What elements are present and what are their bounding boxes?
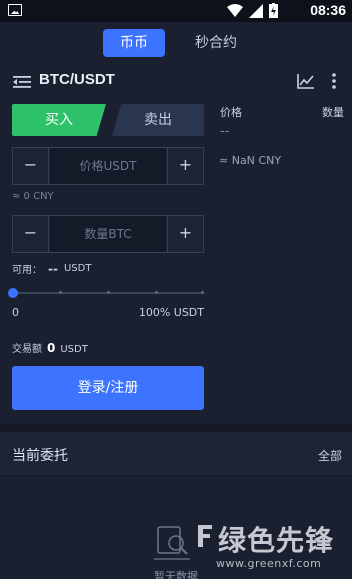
chart-icon[interactable] [297,73,315,89]
price-input[interactable]: 价格USDT [50,148,166,184]
empty-data-text: 暂无数据 [154,570,198,579]
price-cny-estimate: ≈ 0 CNY [12,191,54,202]
price-decrease-button[interactable]: − [13,148,49,184]
buy-tab-button[interactable]: 买入 [12,104,106,136]
quantity-decrease-button[interactable]: − [13,216,49,252]
slider-handle[interactable] [8,288,18,298]
quantity-input[interactable]: 数量BTC [50,216,166,252]
trade-amount: 交易额 0 USDT [12,340,88,355]
menu-list-icon[interactable] [13,75,31,89]
signal-icon [249,3,263,18]
section-divider [0,424,352,432]
available-value: -- [48,261,58,276]
orderbook-qty-header: 数量 [322,106,344,119]
trade-amount-unit: USDT [60,344,88,355]
battery-icon [269,3,278,18]
current-orders-title: 当前委托 [12,448,68,464]
trade-amount-value: 0 [47,341,56,355]
system-icons [227,3,278,18]
pair-header: BTC/USDT [0,70,352,94]
sell-tab-button[interactable]: 卖出 [112,104,204,136]
watermark: 绿色先锋 www.greenxf.com [196,519,346,575]
quantity-stepper: − 数量BTC + [12,215,204,253]
available-unit: USDT [63,263,92,274]
slider-tick [59,291,62,294]
slider-tick [201,291,204,294]
tab-second-contract[interactable]: 秒合约 [184,29,248,57]
market-tabs: 币币 秒合约 [0,29,352,59]
pair-title[interactable]: BTC/USDT [39,71,115,88]
status-time: 08:36 [310,2,346,18]
watermark-url: www.greenxf.com [216,557,322,570]
price-stepper: − 价格USDT + [12,147,204,185]
slider-max-label: 100% USDT [138,306,204,319]
available-balance: 可用： -- USDT [12,261,92,277]
tab-spot[interactable]: 币币 [103,29,165,57]
more-vertical-icon[interactable] [330,72,338,90]
empty-data-icon [154,526,190,560]
orderbook-last-cny: ≈ NaN CNY [219,154,282,167]
orderbook-last-price: -- [220,124,230,139]
buy-sell-toggle: 买入 卖出 [12,104,204,136]
available-label: 可用： [12,265,42,276]
status-bar: 08:36 [0,0,352,22]
orderbook-price-header: 价格 [220,106,242,119]
image-notification-icon [8,4,22,16]
all-orders-link[interactable]: 全部 [318,447,342,464]
watermark-text: 绿色先锋 [218,524,335,557]
slider-tick [155,291,158,294]
price-increase-button[interactable]: + [167,148,203,184]
slider-min-label: 0 [12,306,19,319]
wifi-icon [227,3,243,17]
watermark-logo-icon [198,525,212,547]
amount-slider[interactable] [8,288,204,298]
quantity-increase-button[interactable]: + [167,216,203,252]
slider-tick [107,291,110,294]
trade-amount-label: 交易额 [12,344,42,355]
login-register-button[interactable]: 登录/注册 [12,366,204,410]
current-orders-header: 当前委托 全部 [0,432,352,476]
